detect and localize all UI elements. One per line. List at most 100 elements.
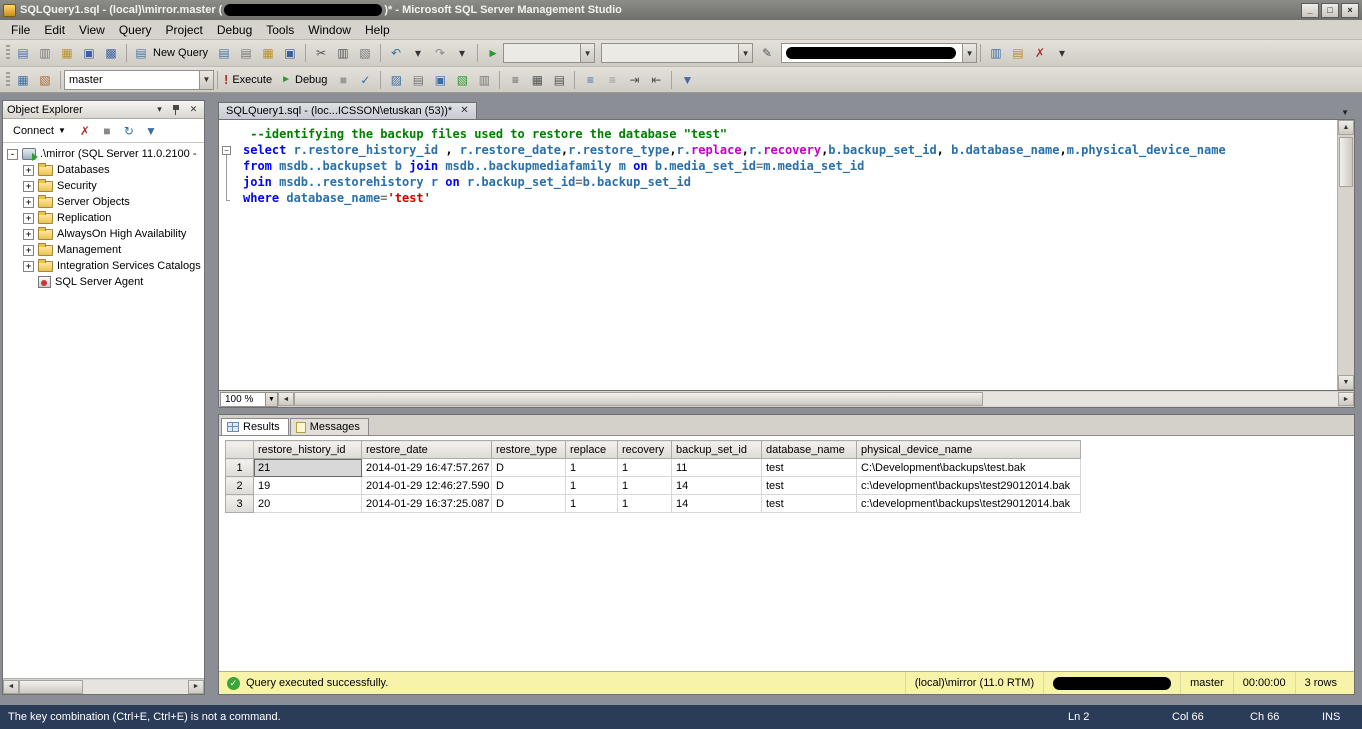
object-explorer-hscrollbar[interactable]: ◄ ► [3, 678, 204, 694]
results-to-file-icon[interactable]: ▤ [549, 70, 569, 90]
comment-icon[interactable]: ≡ [580, 70, 600, 90]
grid-cell[interactable]: 1 [566, 495, 618, 513]
toolbox-icon[interactable]: ✗ [1030, 43, 1050, 63]
cut-icon[interactable]: ✂ [311, 43, 331, 63]
grid-col-restore_type[interactable]: restore_type [492, 441, 566, 459]
database-engine-query-icon[interactable]: ▤ [214, 43, 234, 63]
tree-item-sql-server-agent[interactable]: SQL Server Agent [3, 274, 204, 290]
menu-view[interactable]: View [72, 21, 112, 39]
grid-cell[interactable]: 2014-01-29 12:46:27.590 [362, 477, 492, 495]
grid-cell[interactable]: test [762, 459, 857, 477]
grid-cell[interactable]: 14 [672, 477, 762, 495]
expand-icon[interactable]: + [23, 261, 34, 272]
restore-button[interactable]: □ [1321, 3, 1339, 18]
code-area[interactable]: --identifying the backup files used to r… [237, 120, 1337, 390]
activity-monitor-icon[interactable]: ▦ [13, 70, 33, 90]
grid-col-replace[interactable]: replace [566, 441, 618, 459]
expand-icon[interactable]: + [23, 197, 34, 208]
redo-dropdown-icon[interactable]: ▾ [452, 43, 472, 63]
results-to-text-icon[interactable]: ≡ [505, 70, 525, 90]
parse-icon[interactable]: ✓ [355, 70, 375, 90]
sql-editor[interactable]: − --identifying the backup files used to… [218, 119, 1355, 391]
scroll-down-icon[interactable]: ▼ [1338, 375, 1354, 390]
menu-file[interactable]: File [4, 21, 37, 39]
intellisense-icon[interactable]: ▣ [430, 70, 450, 90]
redacted-combo[interactable]: ▼ [781, 43, 977, 63]
grid-cell[interactable]: test [762, 477, 857, 495]
properties-window-icon[interactable]: ▤ [1008, 43, 1028, 63]
chevron-down-icon[interactable]: ▼ [199, 71, 213, 89]
chevron-down-icon[interactable]: ▼ [580, 44, 594, 62]
close-button[interactable]: × [1341, 3, 1359, 18]
undo-icon[interactable]: ↶ [386, 43, 406, 63]
minimize-button[interactable]: _ [1301, 3, 1319, 18]
grid-col-database_name[interactable]: database_name [762, 441, 857, 459]
grid-col-backup_set_id[interactable]: backup_set_id [672, 441, 762, 459]
zoom-combo[interactable]: 100 % ▼ [220, 392, 278, 407]
grid-cell[interactable]: 19 [254, 477, 362, 495]
window-position-icon[interactable]: ▾ [153, 103, 166, 116]
scroll-right-icon[interactable]: ► [188, 680, 204, 694]
menu-debug[interactable]: Debug [210, 21, 259, 39]
tree-item-integration-services-catalogs[interactable]: +Integration Services Catalogs [3, 258, 204, 274]
scroll-thumb[interactable] [19, 680, 83, 694]
outdent-icon[interactable]: ⇤ [646, 70, 666, 90]
uncomment-icon[interactable]: ≡ [602, 70, 622, 90]
unused-combo-2[interactable]: ▼ [601, 43, 753, 63]
undo-dropdown-icon[interactable]: ▾ [408, 43, 428, 63]
save-icon[interactable]: ▣ [79, 43, 99, 63]
scroll-left-icon[interactable]: ◄ [3, 680, 19, 694]
chevron-down-icon[interactable]: ▼ [962, 44, 976, 62]
tree-item-replication[interactable]: +Replication [3, 210, 204, 226]
grid-cell[interactable]: D [492, 495, 566, 513]
query-options-icon[interactable]: ▤ [408, 70, 428, 90]
change-connection-icon[interactable]: ▧ [35, 70, 55, 90]
grid-cell[interactable]: 11 [672, 459, 762, 477]
tab-results[interactable]: Results [221, 418, 289, 435]
actual-plan-icon[interactable]: ▧ [452, 70, 472, 90]
stop-icon[interactable]: ■ [333, 70, 353, 90]
expand-icon[interactable]: + [23, 181, 34, 192]
pin-icon[interactable] [170, 103, 183, 116]
open-folder-icon[interactable]: ▦ [57, 43, 77, 63]
grid-cell[interactable]: C:\Development\backups\test.bak [857, 459, 1081, 477]
scroll-thumb[interactable] [294, 392, 983, 406]
execute-button[interactable]: ! Execute [221, 70, 278, 90]
menu-query[interactable]: Query [112, 21, 159, 39]
expand-icon[interactable]: + [23, 245, 34, 256]
grid-cell[interactable]: c:\development\backups\test29012014.bak [857, 477, 1081, 495]
object-explorer-header[interactable]: Object Explorer ▾ ✕ [3, 101, 204, 119]
start-debug-icon[interactable]: ► [483, 43, 503, 63]
expand-icon[interactable]: + [23, 229, 34, 240]
grid-cell[interactable]: 14 [672, 495, 762, 513]
collapse-region-icon[interactable]: − [222, 146, 231, 155]
tab-messages[interactable]: Messages [290, 418, 369, 435]
grid-cell[interactable]: 1 [566, 459, 618, 477]
save-query-icon[interactable]: ▣ [280, 43, 300, 63]
database-combo[interactable]: master ▼ [64, 70, 214, 90]
grid-cell[interactable]: test [762, 495, 857, 513]
menu-project[interactable]: Project [159, 21, 210, 39]
solution-explorer-icon[interactable]: ▥ [986, 43, 1006, 63]
chevron-down-icon[interactable]: ▼ [738, 44, 752, 62]
editor-vscrollbar[interactable]: ▲ ▼ [1337, 120, 1354, 390]
grid-cell[interactable]: 20 [254, 495, 362, 513]
grid-col-recovery[interactable]: recovery [618, 441, 672, 459]
grid-cell[interactable]: 21 [254, 459, 362, 477]
grid-corner[interactable] [226, 441, 254, 459]
tree-root[interactable]: -.\mirror (SQL Server 11.0.2100 - [3, 146, 204, 162]
toolbar-options-dropdown-icon[interactable]: ▾ [1052, 43, 1072, 63]
row-header[interactable]: 3 [226, 495, 254, 513]
menu-window[interactable]: Window [301, 21, 358, 39]
tree-item-security[interactable]: +Security [3, 178, 204, 194]
collapse-expander-icon[interactable]: - [7, 149, 18, 160]
query-document-tab[interactable]: SQLQuery1.sql - (loc...ICSSON\etuskan (5… [218, 102, 477, 119]
tree-item-server-objects[interactable]: +Server Objects [3, 194, 204, 210]
grid-col-restore_date[interactable]: restore_date [362, 441, 492, 459]
close-icon[interactable]: ✕ [460, 106, 468, 116]
grid-cell[interactable]: 1 [618, 495, 672, 513]
grid-cell[interactable]: D [492, 459, 566, 477]
grid-cell[interactable]: 2014-01-29 16:47:57.267 [362, 459, 492, 477]
scroll-track[interactable] [294, 392, 1338, 406]
scroll-up-icon[interactable]: ▲ [1338, 120, 1354, 135]
